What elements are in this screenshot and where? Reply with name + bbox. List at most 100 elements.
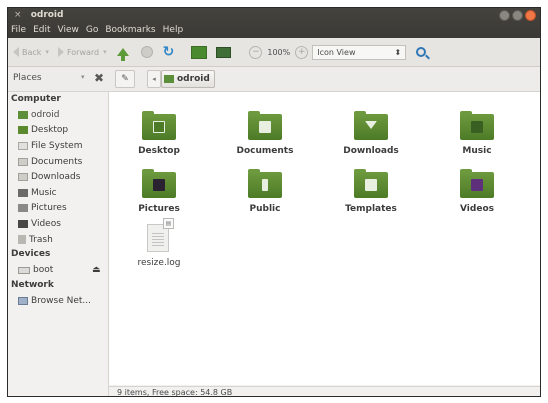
menu-bookmarks[interactable]: Bookmarks: [105, 23, 155, 37]
documents-icon: [18, 157, 28, 166]
close-button[interactable]: [525, 10, 536, 21]
sidebar-item-odroid[interactable]: odroid: [8, 107, 108, 123]
maximize-button[interactable]: [512, 10, 523, 21]
sidebar-item-label: Music: [31, 187, 57, 198]
file-item-templates[interactable]: Templates: [329, 169, 413, 230]
back-button[interactable]: Back ▾: [13, 47, 49, 57]
folder-icon: [460, 169, 494, 198]
network-icon: [18, 296, 28, 305]
file-label: Documents: [236, 146, 294, 156]
reload-icon: ↻: [162, 44, 175, 60]
places-sidebar: Computer odroid Desktop File System Docu…: [8, 92, 109, 396]
section-devices: Devices: [11, 249, 51, 260]
music-icon: [18, 188, 28, 197]
file-item-music[interactable]: Music: [435, 111, 519, 172]
downloads-icon: [18, 173, 28, 182]
up-arrow-icon: [116, 48, 129, 61]
menu-file[interactable]: File: [11, 23, 26, 37]
trash-icon: [18, 235, 26, 245]
home-folder-icon: [164, 75, 174, 83]
sidebar-item-label: File System: [31, 140, 83, 151]
back-label: Back: [22, 47, 42, 57]
zoom-in-button[interactable]: +: [295, 45, 309, 59]
file-item-resize-log[interactable]: ▤ resize.log: [117, 218, 201, 282]
view-mode-value: Icon View: [317, 47, 356, 57]
sidebar-item-boot[interactable]: boot ⏏: [8, 262, 108, 278]
file-label: Pictures: [138, 204, 180, 214]
stop-icon: [140, 46, 153, 58]
stop-button[interactable]: [140, 46, 153, 58]
sidebar-item-desktop[interactable]: Desktop: [8, 123, 108, 139]
location-bar: Places ▾ ✖ ✎ ◂ odroid: [8, 67, 540, 92]
home-button[interactable]: [191, 45, 208, 59]
sidebar-item-label: boot: [33, 265, 54, 276]
breadcrumb-label: odroid: [177, 74, 210, 84]
sidebar-item-label: Trash: [29, 234, 53, 245]
zoom-in-icon: +: [295, 45, 309, 59]
sidebar-item-label: Videos: [31, 218, 61, 229]
sidebar-item-label: Pictures: [31, 203, 67, 214]
close-icon[interactable]: ×: [14, 10, 22, 20]
sidebar-item-trash[interactable]: Trash: [8, 232, 108, 248]
edit-location-button[interactable]: ✎: [115, 70, 135, 88]
sidebar-item-pictures[interactable]: Pictures: [8, 201, 108, 217]
sidebar-item-file-system[interactable]: File System: [8, 138, 108, 154]
sidebar-item-label: Documents: [31, 156, 83, 167]
computer-button[interactable]: [216, 46, 232, 58]
folder-icon: [354, 111, 388, 140]
chevron-down-icon: ▾: [45, 48, 49, 56]
file-label: resize.log: [137, 258, 181, 268]
file-manager-window: × odroid File Edit View Go Bookmarks Hel…: [7, 7, 541, 397]
file-item-desktop[interactable]: Desktop: [117, 111, 201, 172]
minimize-button[interactable]: [499, 10, 510, 21]
forward-arrow-icon: [57, 47, 64, 57]
file-label: Videos: [460, 204, 494, 214]
breadcrumb-scroll-left[interactable]: ◂: [147, 70, 161, 88]
menu-help[interactable]: Help: [163, 23, 184, 37]
videos-icon: [18, 219, 28, 228]
folder-icon: [460, 111, 494, 140]
view-mode-select[interactable]: Icon View ⬍: [312, 44, 407, 60]
file-label: Music: [462, 146, 492, 156]
search-button[interactable]: [412, 47, 427, 57]
forward-button[interactable]: Forward ▾: [57, 47, 107, 57]
sidebar-item-music[interactable]: Music: [8, 185, 108, 201]
pictures-icon: [18, 204, 28, 213]
menu-go[interactable]: Go: [86, 23, 98, 37]
sidebar-item-documents[interactable]: Documents: [8, 154, 108, 170]
file-item-documents[interactable]: Documents: [223, 111, 307, 172]
breadcrumb-odroid[interactable]: odroid: [161, 70, 215, 88]
sidebar-item-label: Desktop: [31, 125, 69, 136]
drive-icon: [18, 266, 30, 274]
sidebar-item-downloads[interactable]: Downloads: [8, 169, 108, 185]
menu-view[interactable]: View: [58, 23, 79, 37]
home-folder-icon: [191, 45, 208, 59]
file-item-public[interactable]: Public: [223, 169, 307, 230]
sidebar-item-browse-network[interactable]: Browse Net...: [8, 293, 108, 309]
sidebar-item-videos[interactable]: Videos: [8, 216, 108, 232]
file-view[interactable]: Desktop Documents Downloads Music Pictur…: [109, 92, 540, 385]
reload-button[interactable]: ↻: [163, 45, 175, 59]
chevron-left-icon: ◂: [152, 75, 156, 83]
file-item-videos[interactable]: Videos: [435, 169, 519, 230]
menu-edit[interactable]: Edit: [33, 23, 50, 37]
folder-icon: [142, 169, 176, 198]
file-label: Desktop: [138, 146, 180, 156]
drive-icon: [18, 141, 28, 150]
title-bar: × odroid File Edit View Go Bookmarks Hel…: [8, 8, 540, 38]
sidebar-mode-label[interactable]: Places: [13, 73, 42, 83]
file-label: Templates: [345, 204, 397, 214]
home-icon: [18, 110, 28, 119]
file-item-downloads[interactable]: Downloads: [329, 111, 413, 172]
file-item-pictures[interactable]: Pictures: [117, 169, 201, 230]
zoom-out-button[interactable]: −: [249, 45, 263, 59]
folder-icon: [354, 169, 388, 198]
close-sidebar-icon[interactable]: ✖: [94, 71, 104, 85]
menu-bar: File Edit View Go Bookmarks Help: [8, 23, 183, 37]
chevron-down-icon[interactable]: ▾: [81, 73, 85, 81]
emblem-icon: ▤: [163, 218, 174, 229]
eject-icon[interactable]: ⏏: [92, 265, 101, 275]
up-button[interactable]: [116, 48, 129, 61]
section-network: Network: [11, 279, 54, 290]
folder-icon: [248, 169, 282, 198]
